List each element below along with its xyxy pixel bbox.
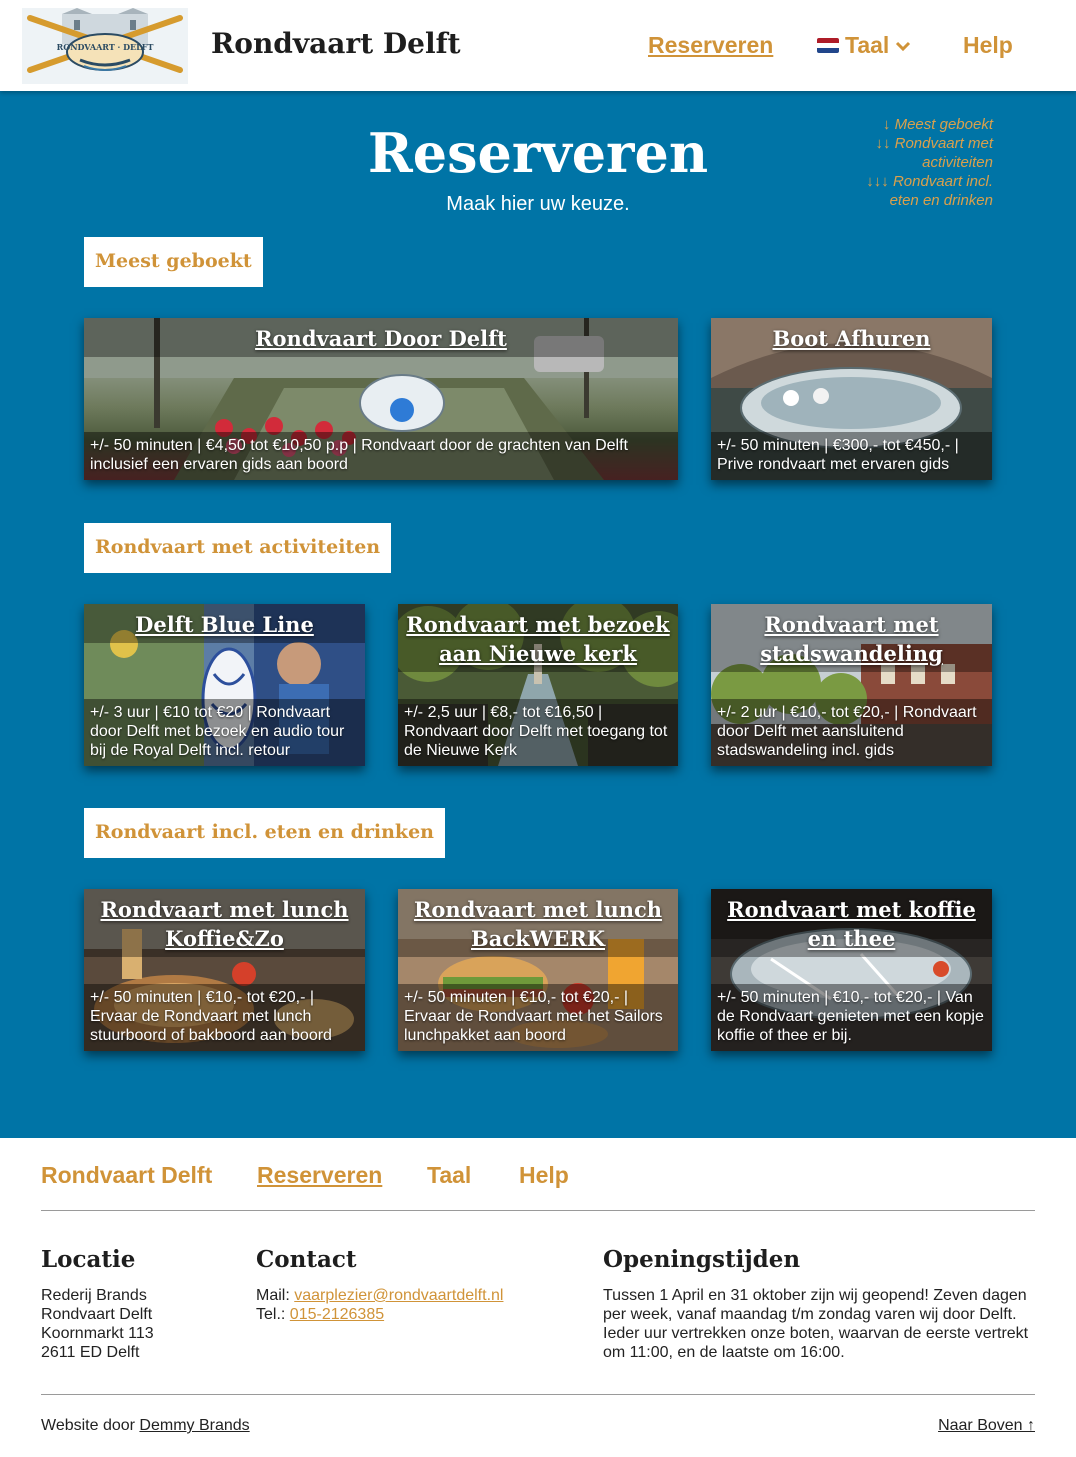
site-header: RONDVAART · DELFT Rondvaart Delft Reserv… xyxy=(0,0,1076,91)
card-koffie-thee[interactable]: Rondvaart met koffie en thee +/- 50 minu… xyxy=(711,889,992,1051)
card-desc-band: +/- 50 minuten | €10,- tot €20,- | Ervaa… xyxy=(84,984,365,1051)
site-footer: Rondvaart Delft Reserveren Taal Help Loc… xyxy=(0,1138,1076,1457)
footer-divider xyxy=(41,1210,1035,1211)
nav-taal-dropdown[interactable]: Taal xyxy=(817,32,911,59)
card-title-band: Rondvaart Door Delft xyxy=(84,318,678,357)
card-delft-blue-line[interactable]: Delft Blue Line +/- 3 uur | €10 tot €20 … xyxy=(84,604,365,766)
card-title[interactable]: Boot Afhuren xyxy=(719,324,984,353)
site-logo[interactable]: RONDVAART · DELFT xyxy=(22,8,188,84)
footer-nav-help[interactable]: Help xyxy=(519,1162,569,1189)
card-title-band: Rondvaart met bezoek aan Nieuwe kerk xyxy=(398,604,678,672)
section-label-eten-drinken: Rondvaart incl. eten en drinken xyxy=(84,808,445,858)
card-title[interactable]: Rondvaart met bezoek aan Nieuwe kerk xyxy=(406,610,670,668)
card-desc-band: +/- 50 minuten | €300,- tot €450,- | Pri… xyxy=(711,432,992,480)
nav-help[interactable]: Help xyxy=(963,32,1013,59)
brand-name[interactable]: Rondvaart Delft xyxy=(211,27,461,60)
card-title-band: Rondvaart met lunch BackWERK xyxy=(398,889,678,957)
card-desc-band: +/- 50 minuten | €10,- tot €20,- | Ervaa… xyxy=(398,984,678,1051)
locatie-address: Rederij Brands Rondvaart Delft Koornmark… xyxy=(41,1287,154,1361)
card-description: +/- 50 minuten | €10,- tot €20,- | Van d… xyxy=(717,989,984,1044)
openingstijden-text: Tussen 1 April en 31 oktober zijn wij ge… xyxy=(603,1287,1029,1361)
back-to-top-link[interactable]: Naar Boven ↑ xyxy=(938,1417,1035,1435)
card-title[interactable]: Rondvaart Door Delft xyxy=(92,324,670,353)
openingstijden-heading: Openingstijden xyxy=(603,1246,801,1273)
card-title[interactable]: Rondvaart met lunch BackWERK xyxy=(406,895,670,953)
card-desc-band: +/- 2,5 uur | €8,- tot €16,50 | Rondvaar… xyxy=(398,699,678,766)
svg-text:RONDVAART · DELFT: RONDVAART · DELFT xyxy=(57,42,154,52)
card-description: +/- 2 uur | €10,- tot €20,- | Rondvaart … xyxy=(717,704,977,759)
contact-details: Mail: vaarplezier@rondvaartdelft.nl Tel.… xyxy=(256,1287,504,1323)
chevron-down-icon xyxy=(896,41,911,51)
quicknav-meest-geboekt[interactable]: ↓ Meest geboekt xyxy=(866,115,993,134)
email-link[interactable]: vaarplezier@rondvaartdelft.nl xyxy=(294,1287,503,1304)
card-title[interactable]: Rondvaart met koffie en thee xyxy=(719,895,984,953)
card-title-band: Rondvaart met lunch Koffie&Zo xyxy=(84,889,365,957)
footer-nav-taal[interactable]: Taal xyxy=(427,1162,471,1189)
card-desc-band: +/- 2 uur | €10,- tot €20,- | Rondvaart … xyxy=(711,699,992,766)
nav-reserveren[interactable]: Reserveren xyxy=(648,32,773,59)
card-description: +/- 50 minuten | €10,- tot €20,- | Ervaa… xyxy=(90,989,332,1044)
footer-divider-bottom xyxy=(41,1394,1035,1395)
card-lunch-backwerk[interactable]: Rondvaart met lunch BackWERK +/- 50 minu… xyxy=(398,889,678,1051)
credit-link[interactable]: Demmy Brands xyxy=(139,1417,249,1434)
card-rondvaart-door-delft[interactable]: Rondvaart Door Delft +/- 50 minuten | €4… xyxy=(84,318,678,480)
card-title-band: Rondvaart met koffie en thee xyxy=(711,889,992,957)
card-description: +/- 3 uur | €10 tot €20 | Rondvaart door… xyxy=(90,704,345,759)
nav-taal-label: Taal xyxy=(845,32,890,58)
locatie-heading: Locatie xyxy=(41,1246,136,1273)
card-title[interactable]: Rondvaart met stadswandeling xyxy=(719,610,984,668)
card-title-band: Rondvaart met stadswandeling xyxy=(711,604,992,672)
footer-nav-brand[interactable]: Rondvaart Delft xyxy=(41,1162,212,1189)
dutch-flag-icon xyxy=(817,38,839,53)
card-description: +/- 2,5 uur | €8,- tot €16,50 | Rondvaar… xyxy=(404,704,668,759)
card-title[interactable]: Rondvaart met lunch Koffie&Zo xyxy=(92,895,357,953)
quicknav-activiteiten[interactable]: ↓↓ Rondvaart met activiteiten xyxy=(866,134,993,172)
website-credit: Website door Demmy Brands xyxy=(41,1417,250,1434)
phone-link[interactable]: 015-2126385 xyxy=(290,1306,384,1323)
card-title[interactable]: Delft Blue Line xyxy=(92,610,357,639)
section-label-meest-geboekt: Meest geboekt xyxy=(84,237,263,287)
section-label-activiteiten: Rondvaart met activiteiten xyxy=(84,523,392,573)
card-stadswandeling[interactable]: Rondvaart met stadswandeling +/- 2 uur |… xyxy=(711,604,992,766)
footer-nav-reserveren[interactable]: Reserveren xyxy=(257,1162,382,1189)
card-title-band: Boot Afhuren xyxy=(711,318,992,357)
card-lunch-koffiezo[interactable]: Rondvaart met lunch Koffie&Zo +/- 50 min… xyxy=(84,889,365,1051)
card-desc-band: +/- 3 uur | €10 tot €20 | Rondvaart door… xyxy=(84,699,365,766)
quicknav-eten-drinken[interactable]: ↓↓↓ Rondvaart incl. eten en drinken xyxy=(866,172,993,210)
card-description: +/- 50 minuten | €10,- tot €20,- | Ervaa… xyxy=(404,989,663,1044)
card-desc-band: +/- 50 minuten | €4,50 tot €10,50 p.p | … xyxy=(84,432,678,480)
quick-nav: ↓ Meest geboekt ↓↓ Rondvaart met activite… xyxy=(866,115,993,210)
card-description: +/- 50 minuten | €300,- tot €450,- | Pri… xyxy=(717,437,959,473)
card-nieuwe-kerk[interactable]: Rondvaart met bezoek aan Nieuwe kerk +/-… xyxy=(398,604,678,766)
contact-heading: Contact xyxy=(256,1246,357,1273)
card-desc-band: +/- 50 minuten | €10,- tot €20,- | Van d… xyxy=(711,984,992,1051)
card-boot-afhuren[interactable]: Boot Afhuren +/- 50 minuten | €300,- tot… xyxy=(711,318,992,480)
card-description: +/- 50 minuten | €4,50 tot €10,50 p.p | … xyxy=(90,437,628,473)
main-content: Reserveren Maak hier uw keuze. ↓ Meest g… xyxy=(0,91,1076,1138)
card-title-band: Delft Blue Line xyxy=(84,604,365,643)
